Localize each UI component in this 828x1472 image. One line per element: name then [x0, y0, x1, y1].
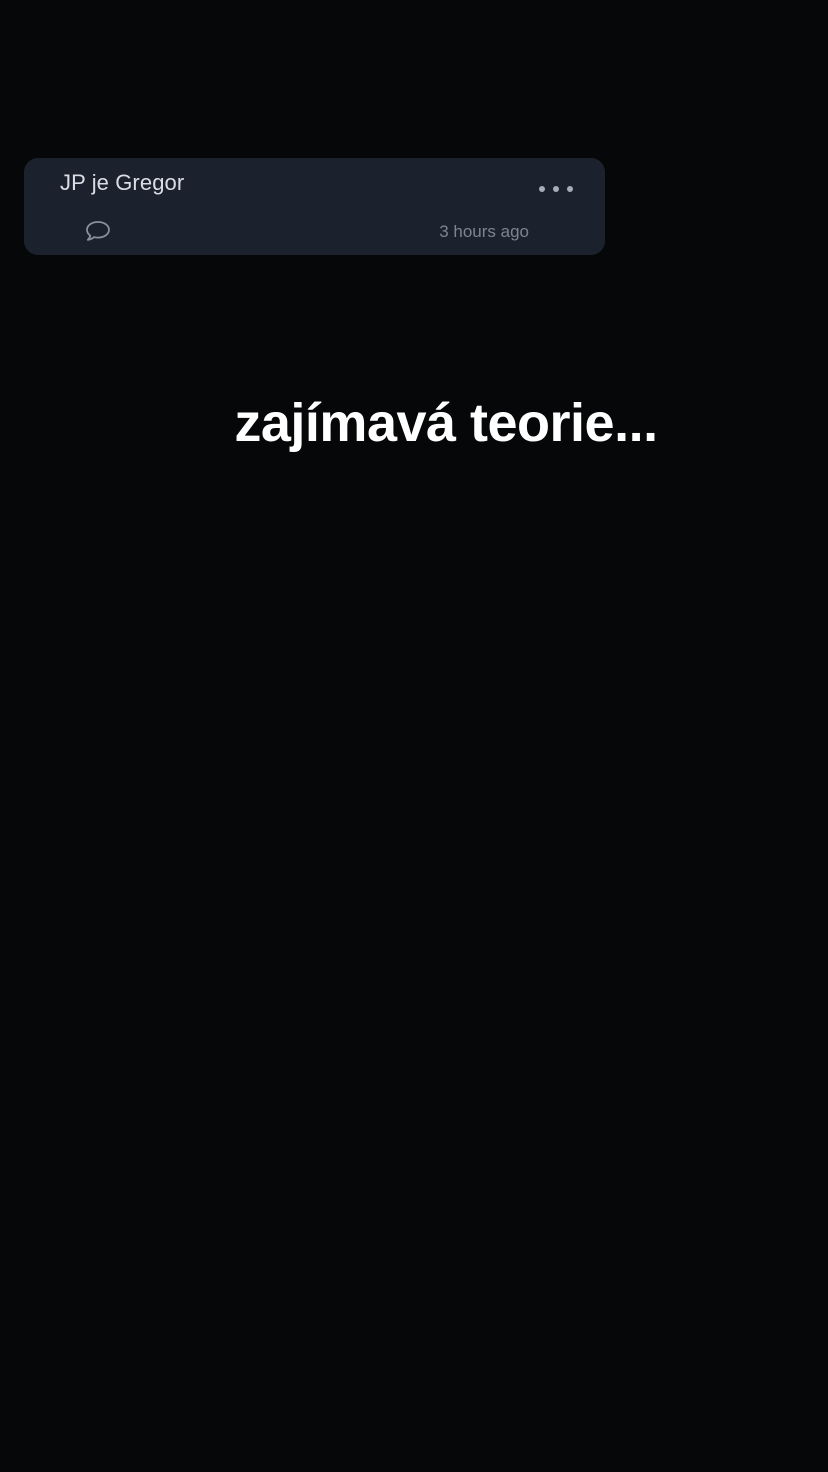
- comment-icon[interactable]: [84, 219, 112, 243]
- ellipsis-dot: [567, 186, 573, 192]
- ellipsis-dot: [553, 186, 559, 192]
- story-caption: zajímavá teorie...: [234, 393, 658, 453]
- story-canvas: JP je Gregor 3 hours ago zajímavá teorie…: [0, 0, 828, 1472]
- post-text: JP je Gregor: [60, 170, 185, 195]
- ellipsis-dot: [539, 186, 545, 192]
- ellipsis-icon[interactable]: [539, 180, 573, 198]
- post-timestamp: 3 hours ago: [439, 222, 529, 241]
- post-card[interactable]: JP je Gregor 3 hours ago: [24, 158, 605, 255]
